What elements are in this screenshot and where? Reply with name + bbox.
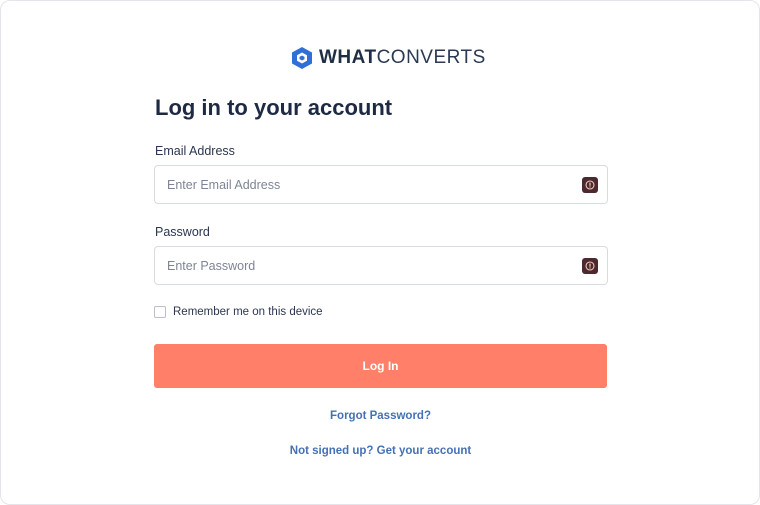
hexagon-logo-icon [292, 47, 312, 69]
brand-name-light: CONVERTS [376, 47, 486, 68]
password-field[interactable] [155, 247, 607, 284]
page-title: Log in to your account [155, 95, 393, 120]
password-manager-icon[interactable] [582, 258, 598, 274]
remember-me-checkbox[interactable] [154, 306, 166, 318]
email-field[interactable] [155, 166, 607, 203]
login-card: WHATCONVERTS Log in to your account Emai… [0, 0, 760, 505]
password-label: Password [155, 225, 210, 239]
remember-me-label[interactable]: Remember me on this device [173, 306, 323, 318]
brand-name-bold: WHAT [319, 47, 377, 68]
login-button[interactable]: Log In [154, 344, 607, 388]
password-manager-icon[interactable] [582, 177, 598, 193]
signup-link[interactable]: Not signed up? Get your account [154, 445, 607, 457]
remember-me-row: Remember me on this device [154, 306, 323, 318]
email-label: Email Address [155, 144, 235, 158]
email-field-wrapper [154, 165, 608, 204]
forgot-password-link[interactable]: Forgot Password? [154, 410, 607, 422]
password-field-wrapper [154, 246, 608, 285]
brand-name: WHATCONVERTS [319, 46, 486, 70]
brand-logo: WHATCONVERTS [291, 46, 486, 70]
